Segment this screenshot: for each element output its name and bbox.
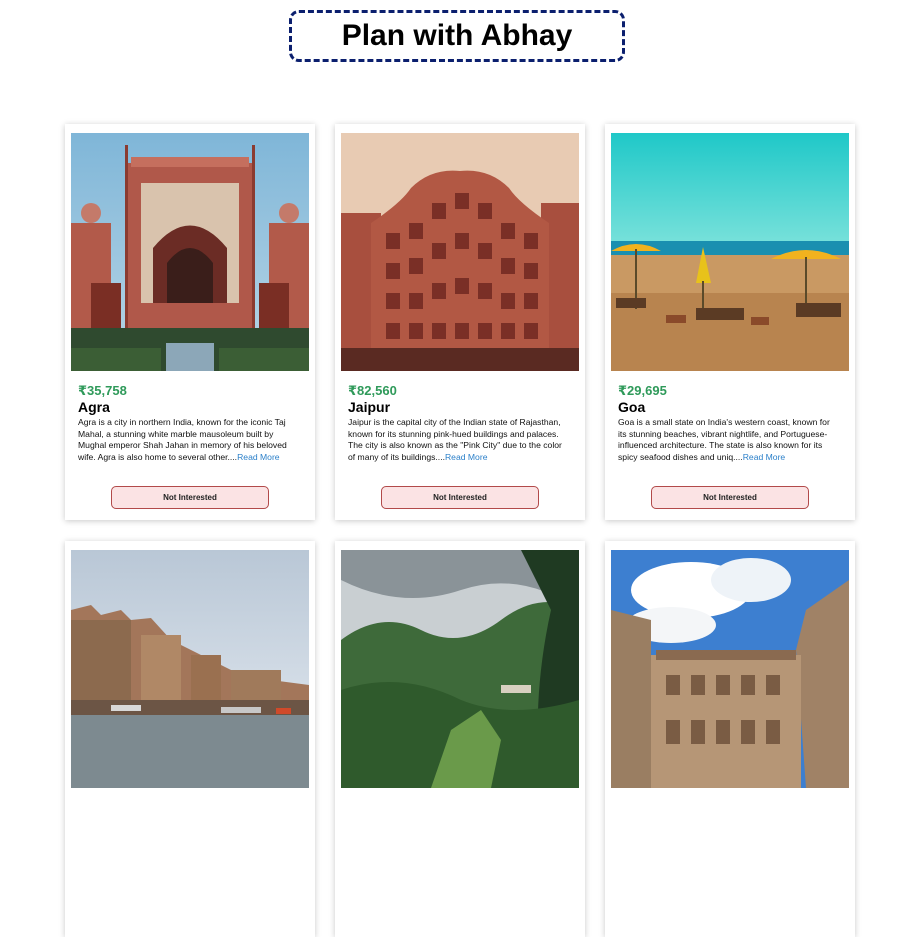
destination-card-jaipur: ₹82,560 Jaipur Jaipur is the capital cit… [335, 124, 585, 520]
destination-card-agra: ₹35,758 Agra Agra is a city in northern … [65, 124, 315, 520]
destination-name: Goa [618, 399, 646, 415]
jaipur-image [341, 133, 579, 371]
destination-name: Jaipur [348, 399, 391, 415]
varanasi-image [71, 550, 309, 788]
page-title-box: Plan with Abhay [289, 10, 625, 62]
agra-image [71, 133, 309, 371]
destination-card-goa: ₹29,695 Goa Goa is a small state on Indi… [605, 124, 855, 520]
destination-card-4 [65, 541, 315, 937]
price-label: ₹35,758 [78, 383, 127, 398]
read-more-link[interactable]: Read More [237, 452, 280, 462]
not-interested-button[interactable]: Not Interested [381, 486, 539, 509]
read-more-link[interactable]: Read More [445, 452, 488, 462]
destination-card-5 [335, 541, 585, 937]
price-label: ₹29,695 [618, 383, 667, 398]
destination-description: Goa is a small state on India's western … [618, 417, 840, 463]
destination-description: Agra is a city in northern India, known … [78, 417, 300, 463]
hills-image [341, 550, 579, 788]
description-text: Goa is a small state on India's western … [618, 417, 830, 462]
destination-name: Agra [78, 399, 110, 415]
not-interested-button[interactable]: Not Interested [651, 486, 809, 509]
read-more-link[interactable]: Read More [743, 452, 786, 462]
goa-image [611, 133, 849, 371]
price-label: ₹82,560 [348, 383, 397, 398]
destination-description: Jaipur is the capital city of the Indian… [348, 417, 570, 463]
fort-image [611, 550, 849, 788]
not-interested-button[interactable]: Not Interested [111, 486, 269, 509]
destination-card-6 [605, 541, 855, 937]
page-title: Plan with Abhay [341, 19, 573, 52]
